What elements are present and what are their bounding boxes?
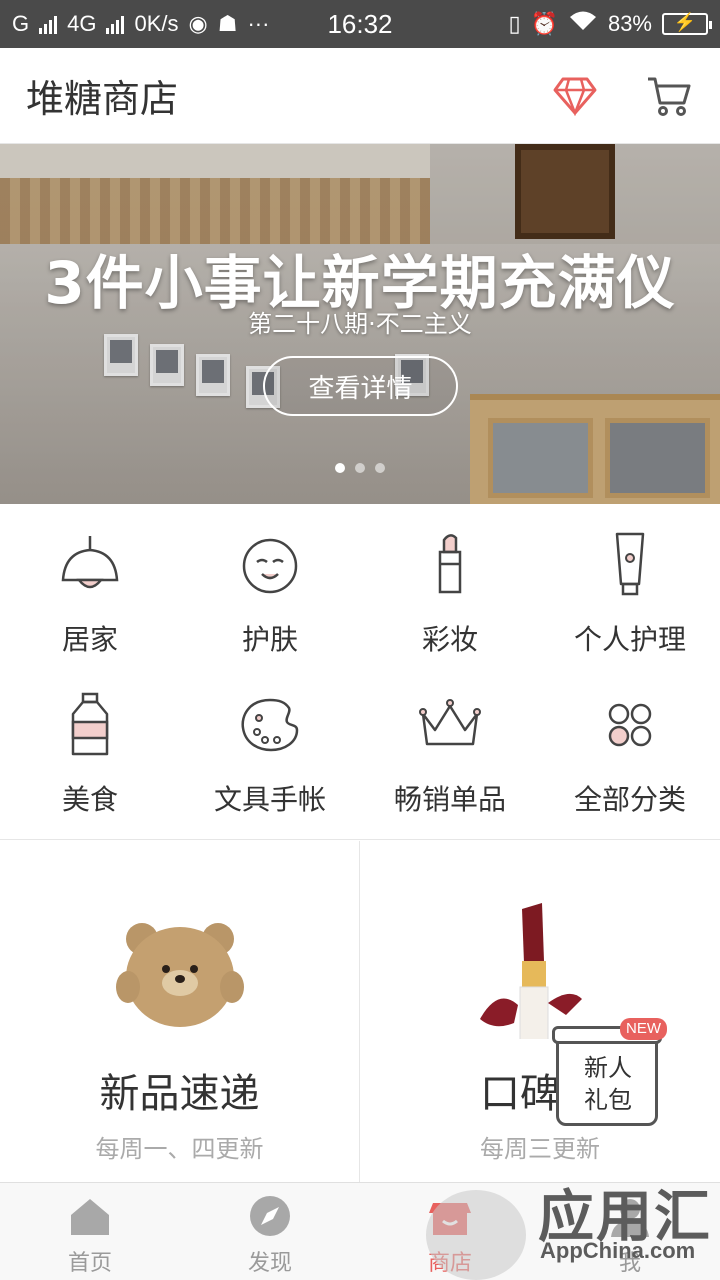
face-icon bbox=[242, 538, 298, 594]
tab-label: 我 bbox=[618, 1251, 641, 1276]
banner-subtitle: 第二十八期·不二主义 bbox=[248, 310, 472, 338]
category-all[interactable]: 全部分类 bbox=[540, 664, 720, 824]
vibrate-icon: ▯ bbox=[508, 11, 521, 36]
diamond-icon[interactable] bbox=[550, 71, 600, 121]
new-user-gift-button[interactable]: NEW 新人 礼包 bbox=[552, 1018, 667, 1130]
category-grid: 居家 护肤 彩妆 个人护理 美食 文具手帐 畅销单品 全部分类 bbox=[0, 504, 720, 840]
category-label: 居家 bbox=[61, 623, 118, 656]
signal-icon-2 bbox=[106, 14, 125, 34]
cart-icon[interactable] bbox=[644, 71, 694, 121]
android-icon: ☗ bbox=[217, 11, 238, 36]
view-details-button[interactable]: 查看详情 bbox=[263, 356, 458, 416]
tube-icon bbox=[615, 532, 645, 596]
bottle-icon bbox=[71, 692, 109, 756]
gift-label-line2: 礼包 bbox=[584, 1086, 632, 1114]
category-label: 文具手帐 bbox=[213, 783, 326, 816]
pagination-dot[interactable] bbox=[335, 463, 345, 473]
tab-me[interactable]: 我 bbox=[540, 1183, 720, 1280]
battery-icon: ⚡ bbox=[662, 12, 712, 35]
category-label: 畅销单品 bbox=[393, 783, 506, 816]
banner-pagination bbox=[0, 463, 720, 473]
category-label: 个人护理 bbox=[573, 623, 686, 656]
category-bestsellers[interactable]: 畅销单品 bbox=[360, 664, 540, 824]
feature-cards: 新品速递 每周一、四更新 口碑井 每周三更新 bbox=[0, 841, 720, 1182]
category-home[interactable]: 居家 bbox=[0, 504, 180, 664]
palette-icon bbox=[241, 698, 299, 752]
battery-percent: 83% bbox=[607, 11, 652, 36]
category-label: 全部分类 bbox=[573, 783, 686, 816]
category-stationery[interactable]: 文具手帐 bbox=[180, 664, 360, 824]
tab-home[interactable]: 首页 bbox=[0, 1183, 180, 1280]
lipstick-icon bbox=[438, 534, 462, 594]
tab-shop[interactable]: 商店 bbox=[360, 1183, 540, 1280]
category-label: 护肤 bbox=[241, 623, 298, 656]
pagination-dot[interactable] bbox=[355, 463, 365, 473]
category-label: 彩妆 bbox=[421, 623, 478, 656]
gift-label-line1: 新人 bbox=[584, 1054, 632, 1082]
category-label: 美食 bbox=[61, 783, 118, 816]
teddy-bear-image bbox=[115, 923, 244, 1027]
home-icon bbox=[71, 1199, 109, 1235]
net-speed: 0K/s bbox=[134, 11, 179, 36]
more-dots: ··· bbox=[247, 11, 270, 36]
network-label: 4G bbox=[67, 11, 97, 36]
compass-icon bbox=[250, 1196, 290, 1236]
category-personal-care[interactable]: 个人护理 bbox=[540, 504, 720, 664]
bottom-tab-bar: 首页 发现 商店 我 bbox=[0, 1182, 720, 1280]
tab-label: 商店 bbox=[427, 1251, 472, 1276]
carrier-label: G bbox=[12, 11, 30, 36]
signal-icon bbox=[39, 14, 58, 34]
weibo-icon: ◉ bbox=[188, 11, 208, 36]
app-header: 堆糖商店 bbox=[0, 48, 720, 144]
category-food[interactable]: 美食 bbox=[0, 664, 180, 824]
lamp-icon bbox=[61, 536, 119, 589]
card-subtitle: 每周三更新 bbox=[480, 1135, 600, 1163]
tab-label: 发现 bbox=[247, 1251, 292, 1276]
grid-dots-icon bbox=[608, 703, 652, 747]
new-arrivals-card[interactable]: 新品速递 每周一、四更新 bbox=[0, 841, 360, 1182]
status-bar: G 4G 0K/s ◉ ☗ ··· 16:32 ▯ ⏰ 83% ⚡ bbox=[0, 0, 720, 48]
wifi-icon bbox=[568, 10, 598, 38]
category-makeup[interactable]: 彩妆 bbox=[360, 504, 540, 664]
shop-icon bbox=[429, 1203, 471, 1235]
promo-banner[interactable]: 3件小事让新学期充满仪 第二十八期·不二主义 查看详情 bbox=[0, 144, 720, 504]
gift-label: 新人 礼包 bbox=[566, 1052, 650, 1116]
card-subtitle: 每周一、四更新 bbox=[95, 1135, 264, 1163]
pagination-dot[interactable] bbox=[375, 463, 385, 473]
category-skincare[interactable]: 护肤 bbox=[180, 504, 360, 664]
tab-label: 首页 bbox=[67, 1251, 112, 1276]
profile-icon bbox=[611, 1199, 649, 1237]
new-badge: NEW bbox=[620, 1018, 667, 1040]
reputation-card[interactable]: 口碑井 每周三更新 bbox=[360, 841, 720, 1182]
card-title: 新品速递 bbox=[99, 1071, 260, 1117]
page-title: 堆糖商店 bbox=[26, 77, 179, 121]
tab-discover[interactable]: 发现 bbox=[180, 1183, 360, 1280]
crown-icon bbox=[419, 699, 481, 746]
alarm-icon: ⏰ bbox=[530, 11, 558, 36]
